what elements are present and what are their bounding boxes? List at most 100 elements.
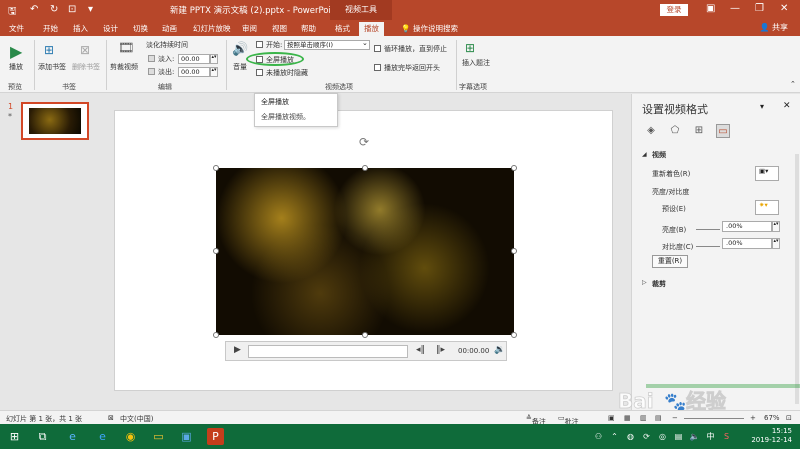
tab-transitions[interactable]: 切换 bbox=[128, 22, 153, 36]
ribbon-display-icon[interactable]: ▣ bbox=[706, 3, 715, 14]
redo-icon[interactable]: ↻ bbox=[50, 4, 58, 15]
trim-video-button[interactable]: 剪裁视频 bbox=[110, 62, 138, 72]
hide-not-playing-label[interactable]: 未播放时隐藏 bbox=[266, 68, 308, 78]
app-icon[interactable]: ▣ bbox=[178, 428, 195, 445]
start-select[interactable]: 按照单击顺序(I) bbox=[284, 40, 370, 50]
tray-sync-icon[interactable]: ⟳ bbox=[638, 428, 655, 445]
notes-button[interactable]: ≙ 备注 bbox=[526, 414, 546, 426]
resize-handle[interactable] bbox=[511, 248, 517, 254]
contrast-input[interactable]: .00% bbox=[722, 238, 772, 249]
pane-scrollbar[interactable] bbox=[795, 154, 799, 404]
size-properties-icon[interactable]: ⊞ bbox=[692, 124, 706, 138]
zoom-out-icon[interactable]: − bbox=[672, 414, 678, 422]
comments-button[interactable]: ▭ 批注 bbox=[558, 414, 579, 426]
add-bookmark-button[interactable]: 添加书签 bbox=[38, 62, 66, 72]
fill-line-icon[interactable]: ◈ bbox=[644, 124, 658, 138]
fade-out-input[interactable]: 00.00 bbox=[178, 67, 210, 77]
reading-view-icon[interactable]: ▥ bbox=[640, 414, 647, 422]
volume-icon[interactable]: 🔉 bbox=[494, 345, 505, 355]
ie-icon[interactable]: e bbox=[64, 428, 81, 445]
customize-qat-icon[interactable]: ▾ bbox=[88, 4, 93, 15]
expand-triangle-icon[interactable]: ▷ bbox=[642, 279, 647, 286]
tab-help[interactable]: 帮助 bbox=[296, 22, 321, 36]
resize-handle[interactable] bbox=[213, 332, 219, 338]
resize-handle[interactable] bbox=[362, 332, 368, 338]
recolor-picker[interactable]: ▣▾ bbox=[755, 166, 779, 181]
play-icon[interactable]: ▶ bbox=[10, 42, 22, 61]
slideshow-view-icon[interactable]: ▤ bbox=[655, 414, 662, 422]
tab-playback[interactable]: 播放 bbox=[359, 22, 384, 36]
login-button[interactable]: 登录 bbox=[660, 4, 688, 16]
contrast-spinner[interactable]: ▴▾ bbox=[772, 238, 780, 249]
zoom-slider[interactable] bbox=[684, 418, 744, 419]
save-icon[interactable]: 🖫 bbox=[8, 4, 17, 21]
resize-handle[interactable] bbox=[511, 332, 517, 338]
volume-button[interactable]: 音量 bbox=[233, 62, 247, 72]
restore-icon[interactable]: ❐ bbox=[755, 3, 764, 14]
volume-icon[interactable]: 🔈 bbox=[686, 428, 703, 445]
play-icon[interactable]: ▶ bbox=[234, 345, 241, 355]
file-explorer-icon[interactable]: ▭ bbox=[150, 428, 167, 445]
tab-animations[interactable]: 动画 bbox=[157, 22, 182, 36]
zoom-in-icon[interactable]: + bbox=[750, 414, 756, 422]
reset-button[interactable]: 重置(R) bbox=[652, 255, 688, 268]
brightness-input[interactable]: .00% bbox=[722, 221, 772, 232]
network-icon[interactable]: ▤ bbox=[670, 428, 687, 445]
tell-me-search[interactable]: 操作说明搜索 bbox=[408, 22, 463, 36]
tray-wechat-icon[interactable]: ◎ bbox=[654, 428, 671, 445]
video-frame[interactable] bbox=[216, 168, 514, 335]
slide-thumbnail[interactable] bbox=[21, 102, 89, 140]
share-button[interactable]: 👤 共享 bbox=[759, 22, 788, 33]
play-button[interactable]: 播放 bbox=[9, 62, 23, 72]
windows-start-icon[interactable]: ⊞ bbox=[6, 428, 23, 445]
preset-picker[interactable]: ✷▾ bbox=[755, 200, 779, 215]
close-icon[interactable]: ✕ bbox=[783, 101, 791, 111]
insert-caption-button[interactable]: 插入题注 bbox=[462, 58, 490, 68]
slide-canvas[interactable]: ⟳ ▶ ◂‖ ‖▸ 00:00.00 🔉 bbox=[114, 110, 613, 391]
loop-label[interactable]: 循环播放，直到停止 bbox=[384, 44, 447, 54]
normal-view-icon[interactable]: ▣ bbox=[608, 414, 615, 422]
powerpoint-icon[interactable]: P bbox=[207, 428, 224, 445]
chrome-icon[interactable]: ◉ bbox=[122, 428, 139, 445]
section-crop[interactable]: 裁剪 bbox=[652, 279, 666, 289]
tab-home[interactable]: 开始 bbox=[38, 22, 63, 36]
tray-chevron-icon[interactable]: ⌃ bbox=[606, 428, 623, 445]
pane-options-icon[interactable]: ▾ bbox=[760, 102, 764, 111]
fade-out-spinner[interactable]: ▴▾ bbox=[210, 67, 218, 77]
fade-in-input[interactable]: 00.00 bbox=[178, 54, 210, 64]
zoom-level[interactable]: 67% bbox=[764, 414, 780, 422]
ime-icon[interactable]: 中 bbox=[702, 428, 719, 445]
rotate-handle-icon[interactable]: ⟳ bbox=[359, 135, 369, 149]
resize-handle[interactable] bbox=[511, 165, 517, 171]
tab-file[interactable]: 文件 bbox=[4, 22, 29, 36]
collapse-ribbon-icon[interactable]: ⌃ bbox=[790, 80, 796, 88]
rewind-checkbox[interactable] bbox=[374, 64, 381, 71]
progress-bar[interactable] bbox=[248, 345, 408, 358]
trim-video-icon[interactable]: 🎞 bbox=[118, 41, 135, 56]
tab-design[interactable]: 设计 bbox=[98, 22, 123, 36]
chevron-down-icon[interactable]: ⌄ bbox=[362, 39, 368, 47]
tab-view[interactable]: 视图 bbox=[267, 22, 292, 36]
minimize-icon[interactable]: — bbox=[730, 3, 740, 14]
collapse-triangle-icon[interactable]: ◢ bbox=[642, 151, 647, 158]
tab-format[interactable]: 格式 bbox=[330, 22, 355, 36]
edge-icon[interactable]: e bbox=[94, 428, 111, 445]
tray-app-icon[interactable]: ◍ bbox=[622, 428, 639, 445]
brightness-spinner[interactable]: ▴▾ bbox=[772, 221, 780, 232]
task-view-icon[interactable]: ⧉ bbox=[34, 428, 51, 445]
step-forward-icon[interactable]: ‖▸ bbox=[436, 345, 445, 355]
tab-review[interactable]: 审阅 bbox=[237, 22, 262, 36]
contrast-slider[interactable] bbox=[696, 246, 720, 247]
sorter-view-icon[interactable]: ▦ bbox=[624, 414, 631, 422]
add-bookmark-icon[interactable]: ⊞ bbox=[44, 43, 54, 57]
tab-insert[interactable]: 插入 bbox=[68, 22, 93, 36]
effects-icon[interactable]: ⬠ bbox=[668, 124, 682, 138]
tray-people-icon[interactable]: ⚇ bbox=[590, 428, 607, 445]
insert-caption-icon[interactable]: ⊞ bbox=[465, 41, 475, 55]
resize-handle[interactable] bbox=[362, 165, 368, 171]
step-back-icon[interactable]: ◂‖ bbox=[416, 345, 425, 355]
sogou-icon[interactable]: S bbox=[718, 428, 735, 445]
fit-slide-icon[interactable]: ⊡ bbox=[786, 414, 792, 422]
remove-bookmark-button[interactable]: 删除书签 bbox=[72, 62, 100, 72]
language-status[interactable]: 中文(中国) bbox=[120, 414, 153, 424]
